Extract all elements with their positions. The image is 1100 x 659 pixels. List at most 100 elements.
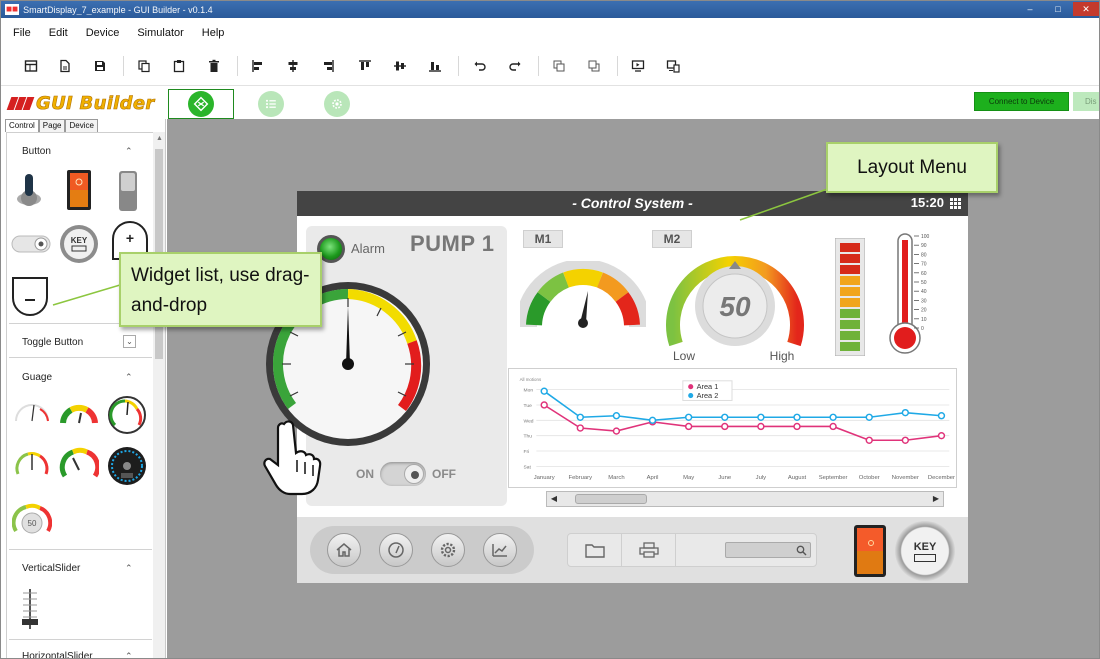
list-mode-button[interactable] bbox=[238, 89, 304, 119]
close-button[interactable]: ✕ bbox=[1073, 2, 1099, 16]
device-clock: 15:20 bbox=[910, 195, 944, 210]
thermometer[interactable]: 1009080706050403020100 bbox=[889, 232, 939, 358]
maximize-button[interactable]: □ bbox=[1045, 2, 1071, 16]
rocker-switch[interactable] bbox=[854, 525, 886, 577]
value-gauge-widget[interactable]: 50 bbox=[12, 501, 52, 537]
arc-gauge-widget[interactable] bbox=[12, 446, 52, 486]
scroll-left-icon[interactable]: ◀ bbox=[549, 494, 559, 504]
settings-mode-button[interactable] bbox=[304, 89, 370, 119]
key-button-label: KEY bbox=[913, 540, 937, 553]
svg-text:50: 50 bbox=[28, 519, 37, 528]
data-point bbox=[648, 416, 657, 425]
chart-nav-button[interactable] bbox=[483, 533, 517, 567]
key-button[interactable]: KEY bbox=[895, 521, 955, 581]
y-tick-label: Sat bbox=[524, 464, 532, 470]
tab-device[interactable]: Device bbox=[65, 119, 98, 132]
minimize-button[interactable]: – bbox=[1017, 2, 1043, 16]
scroll-right-icon[interactable]: ▶ bbox=[931, 494, 941, 504]
delete-icon[interactable] bbox=[206, 58, 222, 74]
preview-icon[interactable] bbox=[630, 58, 646, 74]
chart-scrollbar[interactable]: ◀ ▶ bbox=[546, 491, 944, 507]
thermo-tick-label: 80 bbox=[921, 252, 927, 258]
align-bottom-icon[interactable] bbox=[427, 58, 443, 74]
series-line bbox=[543, 390, 942, 422]
device-screen[interactable]: - Control System - 15:20 Alarm PUMP 1 ON… bbox=[263, 191, 968, 583]
level-bar-meter[interactable] bbox=[835, 238, 865, 356]
section-guage-header[interactable]: Guage bbox=[22, 372, 52, 383]
align-center-icon[interactable] bbox=[285, 58, 301, 74]
copy-icon[interactable] bbox=[136, 58, 152, 74]
toggle-lever-widget[interactable] bbox=[15, 171, 43, 207]
layout-mode-button[interactable] bbox=[168, 89, 234, 119]
align-middle-icon[interactable] bbox=[392, 58, 408, 74]
thermo-tick-label: 10 bbox=[921, 317, 927, 323]
open-folder-button[interactable] bbox=[568, 534, 622, 566]
chevron-up-icon[interactable]: ⌃ bbox=[125, 146, 133, 157]
m2-value-gauge[interactable]: 50 Low High bbox=[662, 236, 807, 366]
round-gauge-widget[interactable] bbox=[107, 395, 147, 435]
disconnect-button[interactable]: Dis bbox=[1073, 92, 1099, 111]
data-point bbox=[721, 422, 729, 431]
new-layout-icon[interactable] bbox=[23, 58, 39, 74]
panel-scrollbar[interactable]: ▲ bbox=[153, 132, 165, 658]
device-search-input[interactable] bbox=[725, 542, 811, 558]
menu-edit[interactable]: Edit bbox=[49, 27, 68, 39]
thin-gauge-widget[interactable] bbox=[12, 399, 52, 429]
area-line-chart[interactable]: All motions Mon Tue Wed Thu Fri SatJanuary Febr… bbox=[508, 368, 957, 488]
chart-title: All motions bbox=[520, 377, 542, 382]
data-point bbox=[793, 413, 801, 421]
svg-text:50: 50 bbox=[719, 291, 751, 322]
bring-front-icon[interactable] bbox=[551, 58, 567, 74]
section-toggle-button-header[interactable]: Toggle Button bbox=[22, 337, 83, 348]
align-right-icon[interactable] bbox=[320, 58, 336, 74]
chevron-down-icon[interactable]: ⌄ bbox=[123, 335, 136, 348]
connect-to-device-button[interactable]: Connect to Device bbox=[974, 92, 1069, 111]
menu-file[interactable]: File bbox=[13, 27, 31, 39]
grid-menu-icon[interactable] bbox=[950, 198, 961, 209]
speedometer-widget[interactable] bbox=[107, 446, 147, 486]
chevron-up-icon[interactable]: ⌃ bbox=[125, 563, 133, 574]
minus-button-widget[interactable] bbox=[11, 276, 49, 316]
vertical-slider-widget[interactable] bbox=[19, 587, 41, 631]
redo-icon[interactable] bbox=[507, 58, 523, 74]
print-button[interactable] bbox=[622, 534, 676, 566]
tab-control[interactable]: Control bbox=[5, 119, 39, 132]
chart-scroll-thumb[interactable] bbox=[575, 494, 647, 504]
pump-switch[interactable]: ON OFF bbox=[356, 462, 456, 486]
pump-toggle[interactable] bbox=[380, 462, 426, 486]
rocker-switch-widget[interactable] bbox=[67, 170, 91, 210]
data-point bbox=[757, 422, 765, 431]
align-left-icon[interactable] bbox=[250, 58, 266, 74]
menu-device[interactable]: Device bbox=[86, 27, 120, 39]
save-icon[interactable] bbox=[92, 58, 108, 74]
home-button[interactable] bbox=[327, 533, 361, 567]
gauge-nav-button[interactable] bbox=[379, 533, 413, 567]
send-back-icon[interactable] bbox=[586, 58, 602, 74]
key-button-widget[interactable]: KEY bbox=[59, 224, 99, 264]
slide-switch-widget[interactable] bbox=[117, 171, 139, 211]
chevron-up-icon[interactable]: ⌃ bbox=[125, 651, 133, 658]
chevron-up-icon[interactable]: ⌃ bbox=[125, 372, 133, 383]
m1-gauge[interactable] bbox=[520, 261, 646, 333]
data-point bbox=[937, 412, 946, 420]
pump-panel: Alarm PUMP 1 ON OFF bbox=[263, 226, 507, 506]
paste-icon[interactable] bbox=[171, 58, 187, 74]
layout-menu-callout: Layout Menu bbox=[826, 142, 998, 193]
thermo-tick-label: 20 bbox=[921, 308, 927, 314]
settings-nav-button[interactable] bbox=[431, 533, 465, 567]
menu-simulator[interactable]: Simulator bbox=[137, 27, 183, 39]
tab-page[interactable]: Page bbox=[38, 119, 66, 132]
x-tick-label: December bbox=[928, 475, 955, 481]
donut-gauge-widget[interactable] bbox=[59, 446, 99, 486]
section-horizontal-slider-header[interactable]: HorizontalSlider bbox=[22, 651, 93, 658]
menu-help[interactable]: Help bbox=[202, 27, 225, 39]
widget-panel: Control Page Device Button ⌃ KEY + Toggl… bbox=[1, 119, 166, 658]
section-vertical-slider-header[interactable]: VerticalSlider bbox=[22, 563, 80, 574]
color-gauge-widget[interactable] bbox=[59, 401, 99, 427]
section-button-header[interactable]: Button bbox=[22, 146, 51, 157]
new-file-icon[interactable] bbox=[57, 58, 73, 74]
deploy-icon[interactable] bbox=[665, 58, 681, 74]
toggle-switch-widget[interactable] bbox=[11, 233, 51, 255]
undo-icon[interactable] bbox=[472, 58, 488, 74]
align-top-icon[interactable] bbox=[357, 58, 373, 74]
